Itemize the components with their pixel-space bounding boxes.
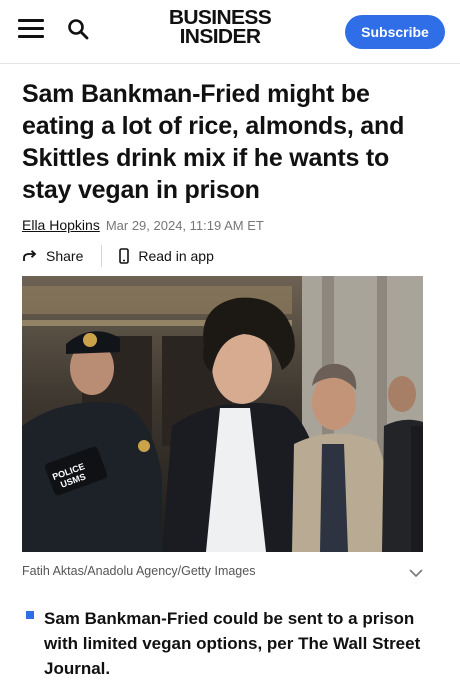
article-photo[interactable]: POLICE USMS bbox=[22, 276, 423, 552]
subscribe-button[interactable]: Subscribe bbox=[345, 15, 445, 49]
article-actions: Share Read in app bbox=[22, 243, 214, 269]
top-bar: BUSINESS INSIDER Subscribe bbox=[0, 0, 460, 64]
share-button[interactable]: Share bbox=[22, 248, 83, 264]
search-icon[interactable] bbox=[66, 17, 90, 41]
chevron-down-icon[interactable] bbox=[408, 566, 424, 578]
read-in-app-button[interactable]: Read in app bbox=[118, 248, 214, 264]
photo-caption: Fatih Aktas/Anadolu Agency/Getty Images bbox=[22, 564, 256, 578]
publish-date: Mar 29, 2024, 11:19 AM ET bbox=[105, 218, 264, 233]
share-label: Share bbox=[46, 248, 84, 264]
phone-icon bbox=[119, 248, 130, 264]
article-headline: Sam Bankman-Fried might be eating a lot … bbox=[22, 80, 405, 204]
key-point-item: Sam Bankman-Fried could be sent to a pri… bbox=[44, 609, 421, 678]
action-divider bbox=[101, 245, 103, 267]
share-arrow-icon bbox=[23, 250, 37, 261]
author-link[interactable]: Ella Hopkins bbox=[22, 217, 100, 233]
logo-line-2: INSIDER bbox=[179, 26, 261, 48]
key-points-list: Sam Bankman-Fried could be sent to a pri… bbox=[22, 606, 442, 681]
business-insider-logo[interactable]: BUSINESS INSIDER bbox=[160, 8, 280, 48]
hamburger-menu-icon[interactable] bbox=[18, 18, 44, 40]
byline: Ella Hopkins Mar 29, 2024, 11:19 AM ET bbox=[22, 216, 264, 235]
bullet-marker bbox=[26, 611, 34, 619]
read-in-app-label: Read in app bbox=[138, 248, 214, 264]
